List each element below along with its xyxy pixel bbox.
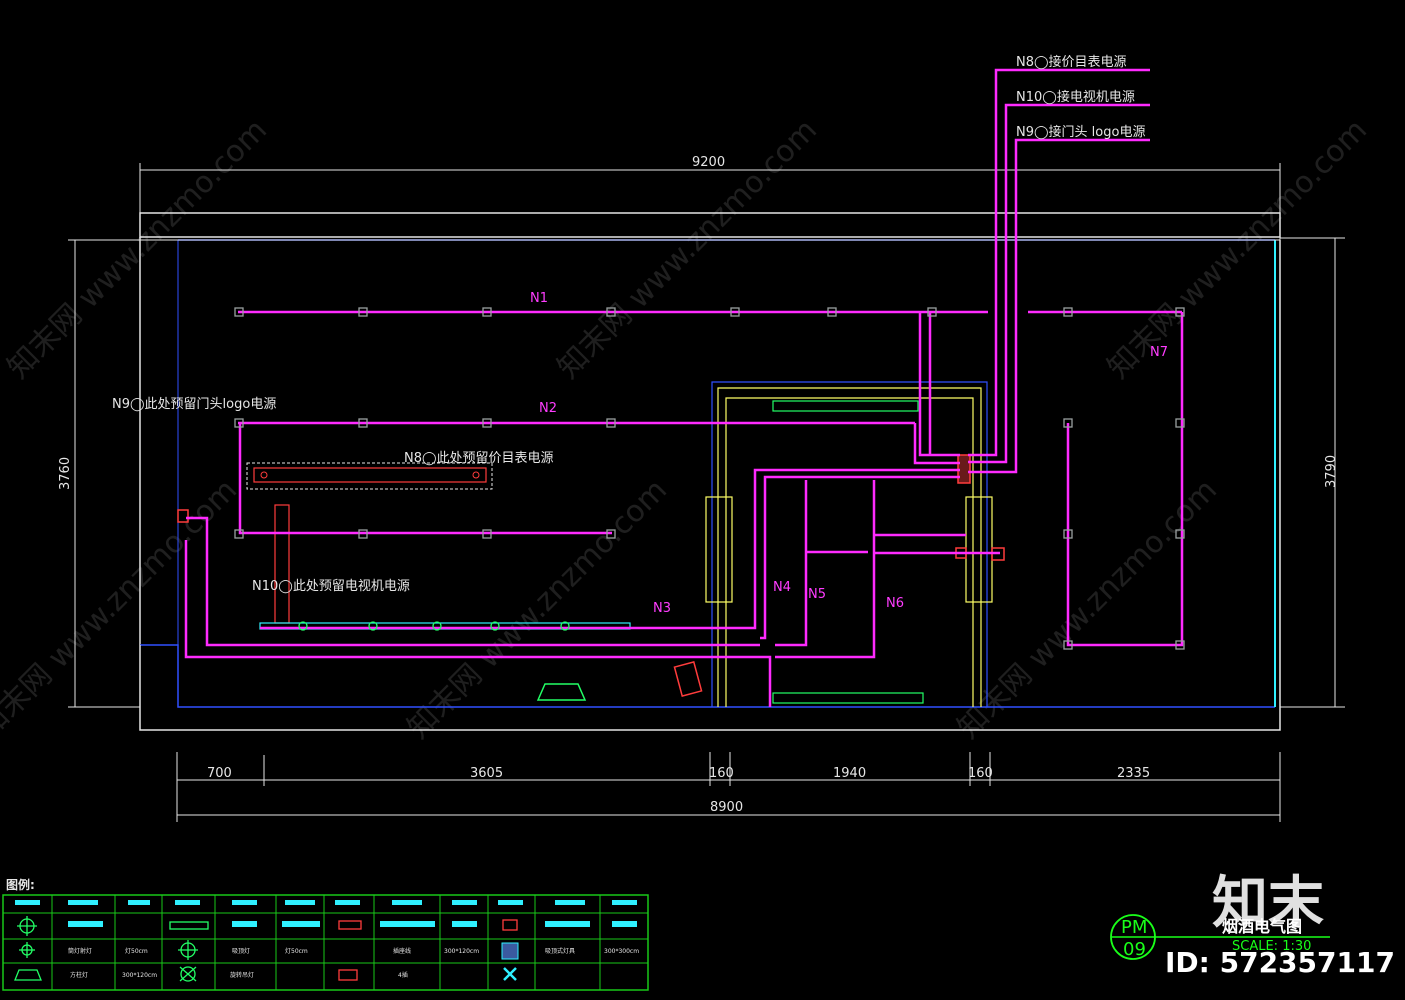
watermark-id: ID: 572357117 (1165, 946, 1395, 979)
legend-item-8: 300*300cm (604, 948, 639, 955)
circuit-label-n5: N5 (808, 587, 826, 602)
annotation-top-n9: N9◯接门头 logo电源 (1016, 124, 1145, 140)
legend-item-11: 旋转吊灯 (230, 971, 254, 979)
circuit-label-n4: N4 (773, 580, 791, 595)
watermarks: 知末网 www.znzmo.com 知末网 www.znzmo.com 知末网 … (0, 113, 1374, 746)
legend-item-9: 方柱灯 (70, 971, 88, 979)
legend-item-4: 灯50cm (285, 947, 308, 955)
annotation-reserve-n9: N9◯此处预留门头logo电源 (112, 397, 276, 412)
dimension-segment-4: 1940 (833, 766, 866, 781)
right-dimension-label: 3790 (1324, 455, 1339, 488)
room-walls (139, 212, 1281, 731)
dimension-segment-3: 160 (709, 766, 734, 781)
top-dimension-label: 9200 (692, 155, 725, 170)
legend-item-6: 300*120cm (444, 948, 479, 955)
left-dimension-label: 3760 (58, 457, 73, 490)
legend-item-5: 插座线 (393, 947, 411, 955)
annotation-top-n10: N10◯接电视机电源 (1016, 89, 1135, 105)
title-code-top: PM (1121, 917, 1147, 938)
electrical-plan-drawing: 知末网 www.znzmo.com 知末网 www.znzmo.com 知末网 … (0, 54, 1395, 991)
circuit-label-n7: N7 (1150, 345, 1168, 360)
dimension-segment-2: 3605 (470, 766, 503, 781)
circuit-label-n1: N1 (530, 291, 548, 306)
dimension-segment-5: 160 (968, 766, 993, 781)
watermark-1: 知末网 www.znzmo.com (1, 113, 274, 386)
watermark-5: 知末网 www.znzmo.com (401, 473, 674, 746)
legend-item-7: 吸顶式灯具 (545, 947, 575, 955)
circuit-wiring (184, 68, 1184, 707)
watermark-brand-logo: 知末 (1212, 871, 1324, 936)
legend-title: 图例: (6, 877, 35, 892)
annotation-top-n8: N8◯接价目表电源 (1016, 54, 1127, 70)
legend-item-12: 4插 (398, 971, 408, 979)
legend-item-3: 吸顶灯 (232, 947, 250, 955)
legend-table: 图例: 筒灯射灯 灯50cm 吸顶灯 灯50cm 插座线 300*120cm 吸… (2, 877, 649, 991)
circuit-label-n6: N6 (886, 596, 904, 611)
legend-item-2: 灯50cm (125, 947, 148, 955)
circuit-label-n2: N2 (539, 401, 557, 416)
legend-item-1: 筒灯射灯 (68, 947, 92, 955)
circuit-label-n3: N3 (653, 601, 671, 616)
bottom-dimension-total: 8900 (710, 800, 743, 815)
annotation-reserve-n8: N8◯此处预留价目表电源 (404, 451, 554, 466)
annotation-reserve-n10: N10◯此处预留电视机电源 (252, 579, 410, 594)
fixture-markers (234, 307, 1185, 650)
legend-item-10: 300*120cm (122, 972, 157, 979)
dimension-segment-6: 2335 (1117, 766, 1150, 781)
watermark-2: 知末网 www.znzmo.com (551, 113, 824, 386)
watermark-3: 知末网 www.znzmo.com (1101, 113, 1374, 386)
title-code-bottom: 09 (1123, 939, 1146, 960)
dimension-segment-1: 700 (207, 766, 232, 781)
